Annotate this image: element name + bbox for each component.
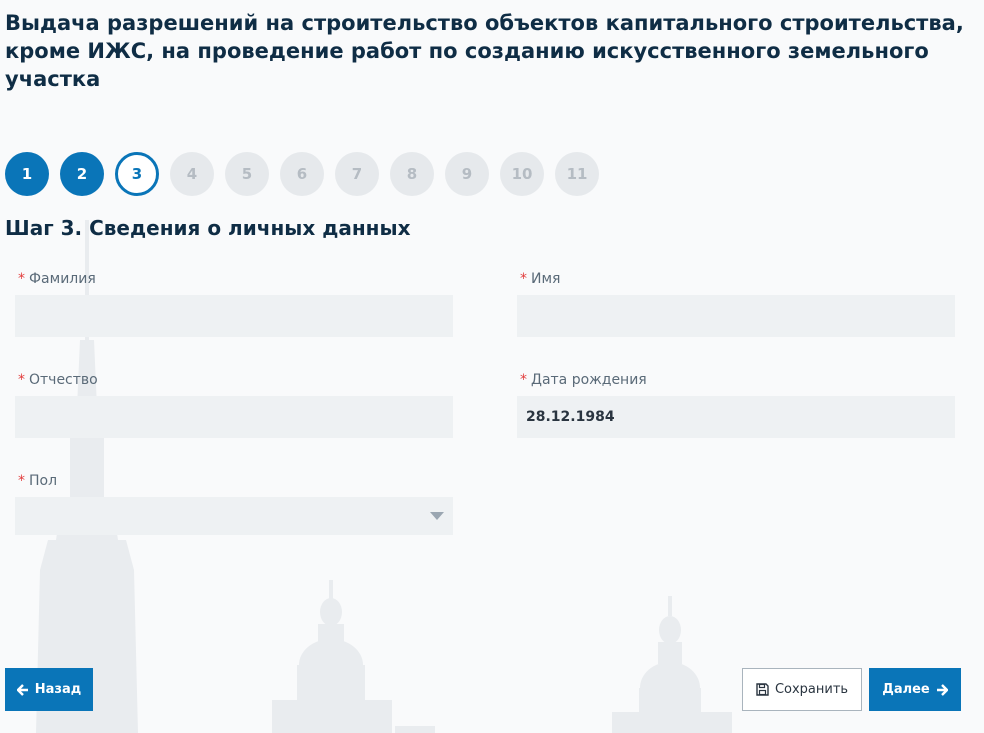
save-button-label: Сохранить (774, 682, 849, 697)
step-progress: 1 2 3 4 5 6 7 8 9 10 11 (5, 152, 599, 196)
page-title: Выдача разрешений на строительство объек… (5, 11, 964, 91)
patronymic-label: * Отчество (15, 370, 453, 390)
step-6[interactable]: 6 (280, 152, 324, 196)
gender-select[interactable] (15, 497, 453, 535)
arrow-left-icon (16, 683, 29, 696)
surname-field-group: * Фамилия (15, 269, 453, 337)
birth-date-input[interactable]: 28.12.1984 (517, 396, 955, 438)
step-8[interactable]: 8 (390, 152, 434, 196)
step-5[interactable]: 5 (225, 152, 269, 196)
step-1[interactable]: 1 (5, 152, 49, 196)
name-label-text: Имя (531, 271, 561, 287)
step-heading: Шаг 3. Сведения о личных данных (5, 216, 411, 240)
required-mark: * (520, 372, 527, 388)
save-button[interactable]: Сохранить (742, 668, 862, 711)
step-3[interactable]: 3 (115, 152, 159, 196)
floppy-disk-icon (756, 683, 769, 696)
step-11[interactable]: 11 (555, 152, 599, 196)
required-mark: * (18, 473, 25, 489)
step-2[interactable]: 2 (60, 152, 104, 196)
step-4[interactable]: 4 (170, 152, 214, 196)
name-label: * Имя (517, 269, 955, 289)
next-button-label: Далее (882, 682, 930, 697)
back-button[interactable]: Назад (5, 668, 93, 711)
name-field-group: * Имя (517, 269, 955, 337)
patronymic-label-text: Отчество (29, 372, 98, 388)
name-input[interactable] (517, 295, 955, 337)
birth-date-label: * Дата рождения (517, 370, 955, 390)
birth-date-field-group: * Дата рождения 28.12.1984 (517, 370, 955, 438)
gender-field-group: * Пол (15, 471, 453, 535)
gender-label: * Пол (15, 471, 453, 491)
gender-label-text: Пол (29, 473, 58, 489)
next-button[interactable]: Далее (869, 668, 961, 711)
required-mark: * (18, 372, 25, 388)
patronymic-field-group: * Отчество (15, 370, 453, 438)
step-9[interactable]: 9 (445, 152, 489, 196)
required-mark: * (520, 271, 527, 287)
arrow-right-icon (936, 683, 948, 696)
birth-date-label-text: Дата рождения (531, 372, 647, 388)
surname-label: * Фамилия (15, 269, 453, 289)
background-skyline (36, 220, 732, 733)
step-10[interactable]: 10 (500, 152, 544, 196)
caret-down-icon (430, 512, 444, 520)
surname-label-text: Фамилия (29, 271, 96, 287)
patronymic-input[interactable] (15, 396, 453, 438)
step-7[interactable]: 7 (335, 152, 379, 196)
back-button-label: Назад (34, 682, 82, 697)
surname-input[interactable] (15, 295, 453, 337)
required-mark: * (18, 271, 25, 287)
